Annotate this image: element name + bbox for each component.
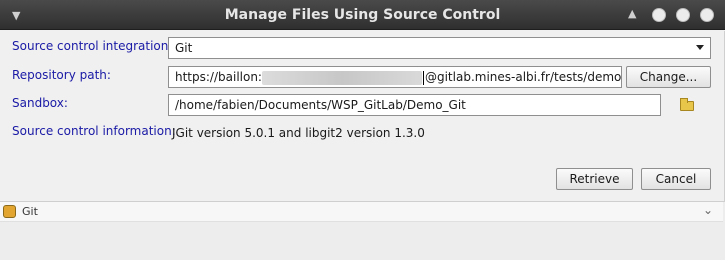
manage-files-dialog: ▼ Manage Files Using Source Control ▲ So… bbox=[0, 0, 725, 260]
minimize-button[interactable] bbox=[652, 8, 666, 22]
sandbox-input[interactable]: /home/fabien/Documents/WSP_GitLab/Demo_G… bbox=[168, 94, 661, 116]
git-icon bbox=[3, 205, 16, 218]
integration-select[interactable]: Git bbox=[168, 37, 711, 59]
repository-suffix: @gitlab.mines-albi.fr/tests/demo.git bbox=[424, 70, 622, 84]
close-button[interactable] bbox=[700, 8, 714, 22]
title-bar: ▼ Manage Files Using Source Control ▲ bbox=[0, 0, 725, 30]
cancel-button[interactable]: Cancel bbox=[641, 168, 711, 190]
repository-prefix: https://baillon: bbox=[175, 70, 262, 84]
git-panel-title: Git bbox=[22, 205, 38, 218]
text-cursor bbox=[422, 70, 424, 85]
maximize-button[interactable] bbox=[676, 8, 690, 22]
sandbox-label: Sandbox: bbox=[12, 96, 68, 110]
chevron-down-icon bbox=[696, 45, 704, 50]
info-value: JGit version 5.0.1 and libgit2 version 1… bbox=[172, 126, 425, 140]
shade-up-icon[interactable]: ▲ bbox=[628, 7, 636, 20]
change-button[interactable]: Change... bbox=[626, 66, 711, 88]
integration-value: Git bbox=[175, 41, 193, 55]
integration-label: Source control integration: bbox=[12, 39, 173, 53]
sandbox-value: /home/fabien/Documents/WSP_GitLab/Demo_G… bbox=[175, 98, 466, 112]
repository-path-input[interactable]: https://baillon: @gitlab.mines-albi.fr/te… bbox=[168, 66, 622, 88]
chevron-down-icon[interactable]: ⌄ bbox=[703, 203, 713, 217]
git-panel-header[interactable]: Git ⌄ bbox=[0, 202, 723, 222]
git-panel: Git ⌄ bbox=[0, 201, 725, 260]
dialog-content: Source control integration: Git Reposito… bbox=[0, 31, 725, 201]
redacted-password bbox=[261, 70, 422, 85]
retrieve-button[interactable]: Retrieve bbox=[556, 168, 633, 190]
window-title: Manage Files Using Source Control bbox=[224, 7, 501, 23]
info-label: Source control information: bbox=[12, 124, 176, 138]
folder-icon[interactable] bbox=[680, 98, 694, 111]
repository-label: Repository path: bbox=[12, 68, 111, 82]
